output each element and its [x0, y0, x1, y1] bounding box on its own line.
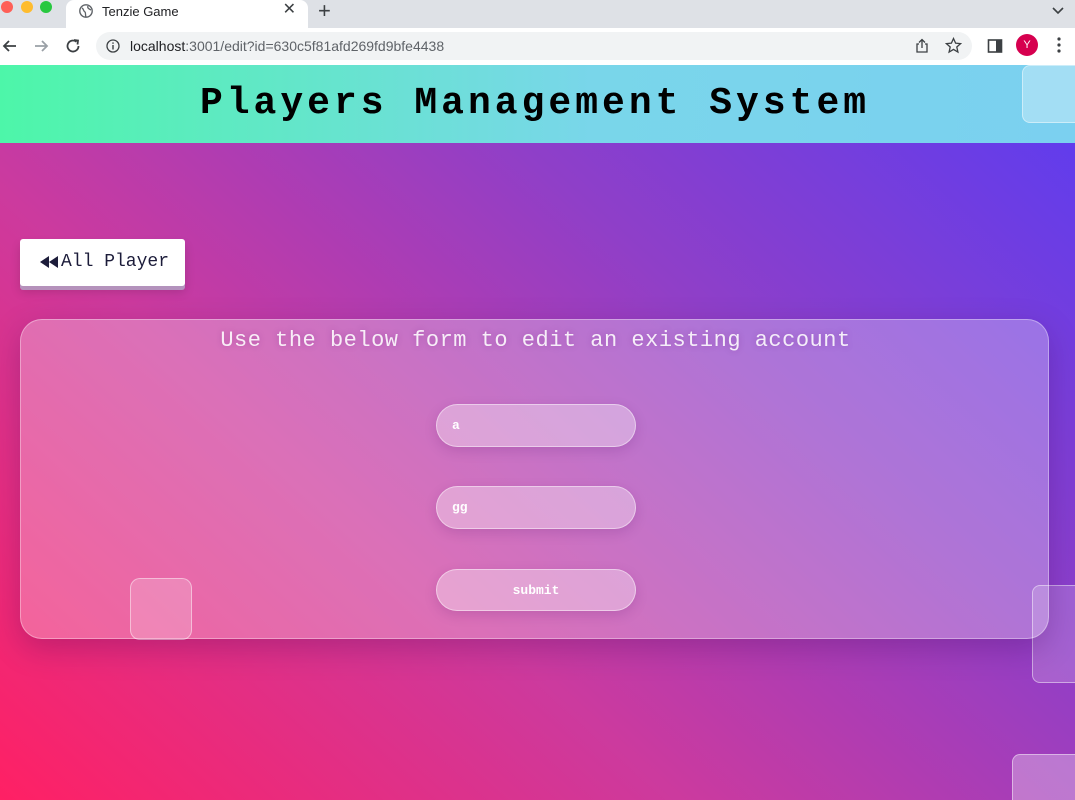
star-icon[interactable]	[945, 37, 962, 54]
all-player-label: All Player	[61, 252, 170, 272]
kebab-menu-icon[interactable]	[1053, 36, 1065, 54]
form-heading: Use the below form to edit an existing a…	[220, 328, 851, 353]
plus-icon[interactable]: +	[318, 0, 331, 22]
second-field-value: gg	[452, 500, 468, 515]
close-icon[interactable]: ✕	[283, 2, 296, 18]
back-arrow-icon[interactable]	[1, 37, 19, 55]
decorative-square	[1012, 754, 1075, 800]
page-title: Players Management System	[199, 82, 871, 125]
rewind-icon	[40, 256, 58, 268]
second-field[interactable]: gg	[436, 486, 636, 529]
maximize-window-button[interactable]	[40, 1, 52, 13]
edit-account-form: Use the below form to edit an existing a…	[20, 319, 1049, 639]
url-text: localhost:3001/edit?id=630c5f81afd269fd9…	[130, 38, 445, 54]
address-bar[interactable]: localhost:3001/edit?id=630c5f81afd269fd9…	[96, 32, 972, 60]
page-viewport: Players Management System All Player Use…	[0, 65, 1075, 800]
side-panel-icon[interactable]	[987, 38, 1003, 54]
globe-icon	[79, 4, 93, 18]
share-icon[interactable]	[914, 38, 930, 54]
browser-tabstrip: Tenzie Game ✕ +	[0, 0, 1075, 28]
avatar[interactable]: Y	[1016, 34, 1038, 56]
chevron-down-icon[interactable]	[1051, 3, 1065, 17]
submit-button[interactable]: submit	[436, 569, 636, 611]
decorative-square	[1022, 65, 1075, 123]
page-header: Players Management System	[0, 65, 1075, 143]
submit-label: submit	[512, 583, 560, 598]
reload-icon[interactable]	[64, 37, 82, 55]
info-icon[interactable]	[106, 39, 120, 53]
tab-title: Tenzie Game	[102, 4, 179, 19]
browser-toolbar: localhost:3001/edit?id=630c5f81afd269fd9…	[0, 28, 1075, 65]
forward-arrow-icon[interactable]	[32, 37, 50, 55]
close-window-button[interactable]	[1, 1, 13, 13]
name-field-value: a	[452, 418, 460, 433]
browser-tab[interactable]: Tenzie Game ✕	[66, 0, 308, 28]
all-player-button[interactable]: All Player	[20, 239, 185, 286]
minimize-window-button[interactable]	[21, 1, 33, 13]
name-field[interactable]: a	[436, 404, 636, 447]
